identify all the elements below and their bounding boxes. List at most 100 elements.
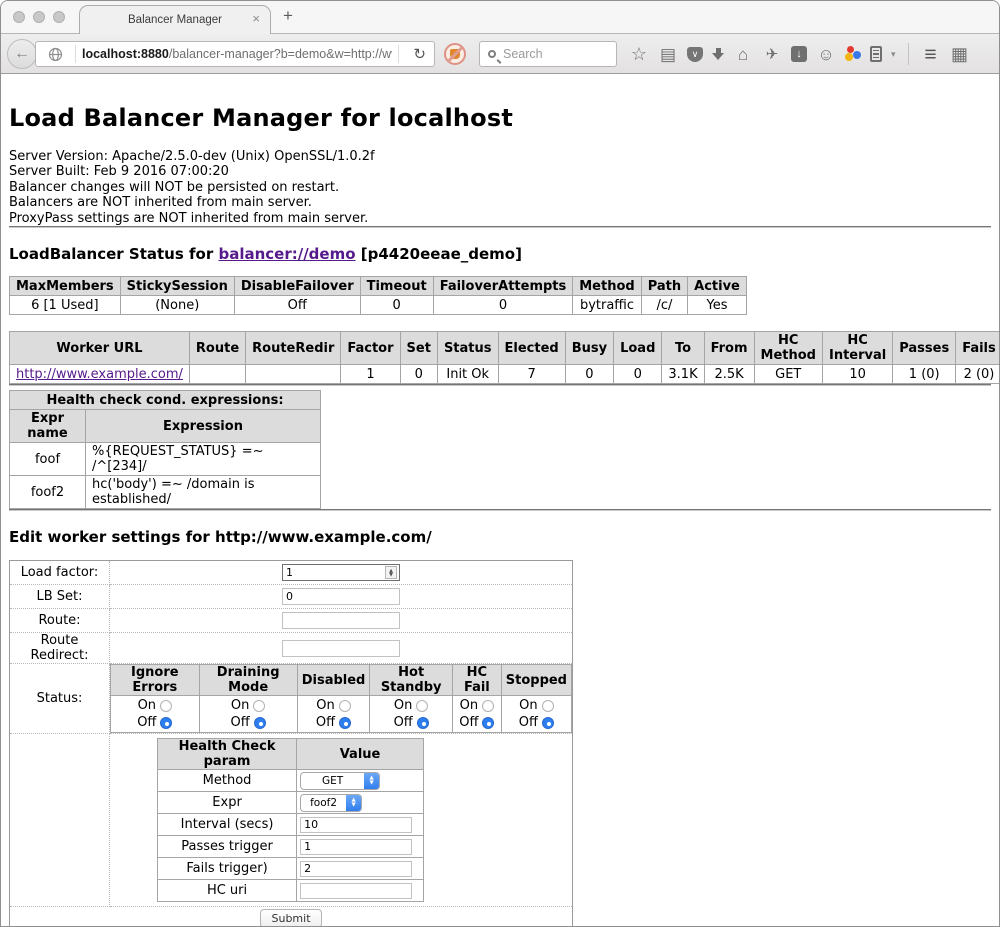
reading-list-icon[interactable]: ▤: [658, 46, 678, 63]
table-header-row: Expr name Expression: [10, 410, 321, 443]
url-text[interactable]: localhost:8880/balancer-manager?b=demo&w…: [82, 47, 392, 61]
radio-hc-fail-off[interactable]: [482, 717, 494, 729]
menu-icon[interactable]: ≡: [921, 44, 941, 65]
radio-ignore-errors-on[interactable]: [160, 700, 172, 712]
radio-disabled-on[interactable]: [339, 700, 351, 712]
divider: [9, 509, 991, 511]
home-icon[interactable]: ⌂: [733, 46, 753, 63]
colorful-extension-icon[interactable]: [845, 46, 861, 62]
interval-input[interactable]: [300, 817, 412, 833]
submit-button[interactable]: Submit: [260, 909, 321, 927]
table-header-row: Ignore Errors Draining Mode Disabled Hot…: [111, 665, 572, 696]
close-window-button[interactable]: [13, 11, 25, 23]
url-path: /balancer-manager?b=demo&w=http://www.ex…: [169, 47, 393, 61]
pocket-icon[interactable]: ∨: [687, 47, 703, 62]
adblock-icon[interactable]: [444, 43, 466, 65]
zoom-window-button[interactable]: [53, 11, 65, 23]
send-icon[interactable]: ✈: [762, 47, 782, 62]
table-row: 6 [1 Used] (None) Off 0 0 bytraffic /c/ …: [10, 296, 747, 315]
battery-extension-icon[interactable]: [870, 46, 882, 62]
tab-balancer-manager[interactable]: Balancer Manager ×: [79, 5, 271, 34]
bookmark-star-icon[interactable]: ☆: [629, 45, 649, 63]
reload-icon[interactable]: ↻: [413, 45, 426, 63]
hc-uri-input[interactable]: [300, 883, 412, 899]
load-factor-row: Load factor: ▲▼: [10, 561, 573, 585]
server-info: Server Version: Apache/2.5.0-dev (Unix) …: [9, 149, 991, 226]
tab-title: Balancer Manager: [128, 14, 222, 26]
tab-strip: Balancer Manager × +: [1, 1, 999, 34]
table-row: http://www.example.com/ 1 0 Init Ok 7 0 …: [10, 365, 1000, 384]
interval-row: Interval (secs): [158, 814, 424, 836]
persist-note-line: Balancer changes will NOT be persisted o…: [9, 180, 991, 195]
edit-worker-form: Load factor: ▲▼ LB Set: Route: Route Red…: [9, 560, 573, 927]
fails-input[interactable]: [300, 861, 412, 877]
browser-window: Balancer Manager × + ← localhost:8880/ba…: [0, 0, 1000, 927]
load-factor-input[interactable]: [282, 564, 400, 581]
downloads-icon[interactable]: [712, 48, 724, 60]
worker-status-table: Worker URL Route RouteRedir Factor Set S…: [9, 331, 1000, 384]
url-bar[interactable]: localhost:8880/balancer-manager?b=demo&w…: [35, 41, 435, 67]
radio-draining-mode-on[interactable]: [253, 700, 265, 712]
radio-hc-fail-on[interactable]: [482, 700, 494, 712]
search-bar[interactable]: Search: [479, 41, 617, 67]
method-label: Method: [158, 770, 297, 792]
worker-url-link[interactable]: http://www.example.com/: [16, 367, 183, 382]
interval-label: Interval (secs): [158, 814, 297, 836]
search-placeholder: Search: [503, 47, 543, 61]
url-domain: localhost:8880: [82, 47, 169, 61]
chat-smiley-icon[interactable]: ☺: [816, 46, 836, 63]
health-expressions-table: Health check cond. expressions: Expr nam…: [9, 390, 321, 509]
grid-panel-icon[interactable]: ▦: [950, 45, 970, 63]
expr-select[interactable]: foof2 ▲▼: [300, 794, 362, 812]
table-row: foof2 hc('body') =~ /domain is establish…: [10, 476, 321, 509]
expr-label: Expr: [158, 792, 297, 814]
radio-ignore-errors-off[interactable]: [160, 717, 172, 729]
tab-close-icon[interactable]: ×: [252, 12, 260, 25]
method-select[interactable]: GET ▲▼: [300, 772, 380, 790]
toolbar-icons: ☆ ▤ ∨ ⌂ ✈ ↓ ☺ ▾ ≡ ▦: [629, 34, 970, 74]
passes-input[interactable]: [300, 839, 412, 855]
route-input[interactable]: [282, 612, 400, 629]
balancer-demo-link[interactable]: balancer://demo: [218, 245, 355, 263]
radio-stopped-on[interactable]: [542, 700, 554, 712]
minimize-window-button[interactable]: [33, 11, 45, 23]
lb-set-input[interactable]: [282, 588, 400, 605]
extension-download-icon[interactable]: ↓: [791, 46, 807, 62]
server-version-line: Server Version: Apache/2.5.0-dev (Unix) …: [9, 149, 991, 164]
fails-label: Fails trigger): [158, 858, 297, 880]
passes-row: Passes trigger: [158, 836, 424, 858]
radio-draining-mode-off[interactable]: [254, 717, 266, 729]
navigation-toolbar: ← localhost:8880/balancer-manager?b=demo…: [1, 34, 999, 74]
chevron-down-icon[interactable]: ▾: [891, 49, 896, 60]
route-redirect-label: Route Redirect:: [10, 633, 110, 664]
balancer-status-heading: LoadBalancer Status for balancer://demo …: [9, 245, 991, 263]
radio-hot-standby-on[interactable]: [416, 700, 428, 712]
divider: [9, 384, 991, 386]
radio-disabled-off[interactable]: [339, 717, 351, 729]
status-row: Status: Ignore Errors Draining Mode Disa…: [10, 664, 573, 734]
back-button[interactable]: ←: [7, 39, 37, 69]
lb-set-label: LB Set:: [10, 585, 110, 609]
site-identity-globe-icon[interactable]: [48, 47, 63, 62]
new-tab-button[interactable]: +: [283, 6, 293, 26]
hc-uri-label: HC uri: [158, 880, 297, 902]
select-stepper-icon: ▲▼: [346, 794, 361, 812]
route-redirect-input[interactable]: [282, 640, 400, 657]
status-radio-row: On Off On Off On Off: [111, 696, 572, 733]
passes-label: Passes trigger: [158, 836, 297, 858]
table-title-row: Health check cond. expressions:: [10, 391, 321, 410]
toolbar-divider: [908, 43, 909, 65]
proxypass-note-line: ProxyPass settings are NOT inherited fro…: [9, 211, 991, 226]
lb-set-row: LB Set:: [10, 585, 573, 609]
number-spinner[interactable]: ▲▼: [385, 566, 397, 579]
health-check-table: Health Check param Value Method GET ▲▼: [157, 738, 424, 902]
expr-row: Expr foof2 ▲▼: [158, 792, 424, 814]
table-row: foof %{REQUEST_STATUS} =~ /^[234]/: [10, 443, 321, 476]
radio-stopped-off[interactable]: [542, 717, 554, 729]
table-header-row: Health Check param Value: [158, 739, 424, 770]
route-redirect-row: Route Redirect:: [10, 633, 573, 664]
radio-hot-standby-off[interactable]: [417, 717, 429, 729]
window-controls[interactable]: [13, 11, 65, 23]
edit-worker-heading: Edit worker settings for http://www.exam…: [9, 528, 991, 546]
select-stepper-icon: ▲▼: [364, 772, 379, 790]
